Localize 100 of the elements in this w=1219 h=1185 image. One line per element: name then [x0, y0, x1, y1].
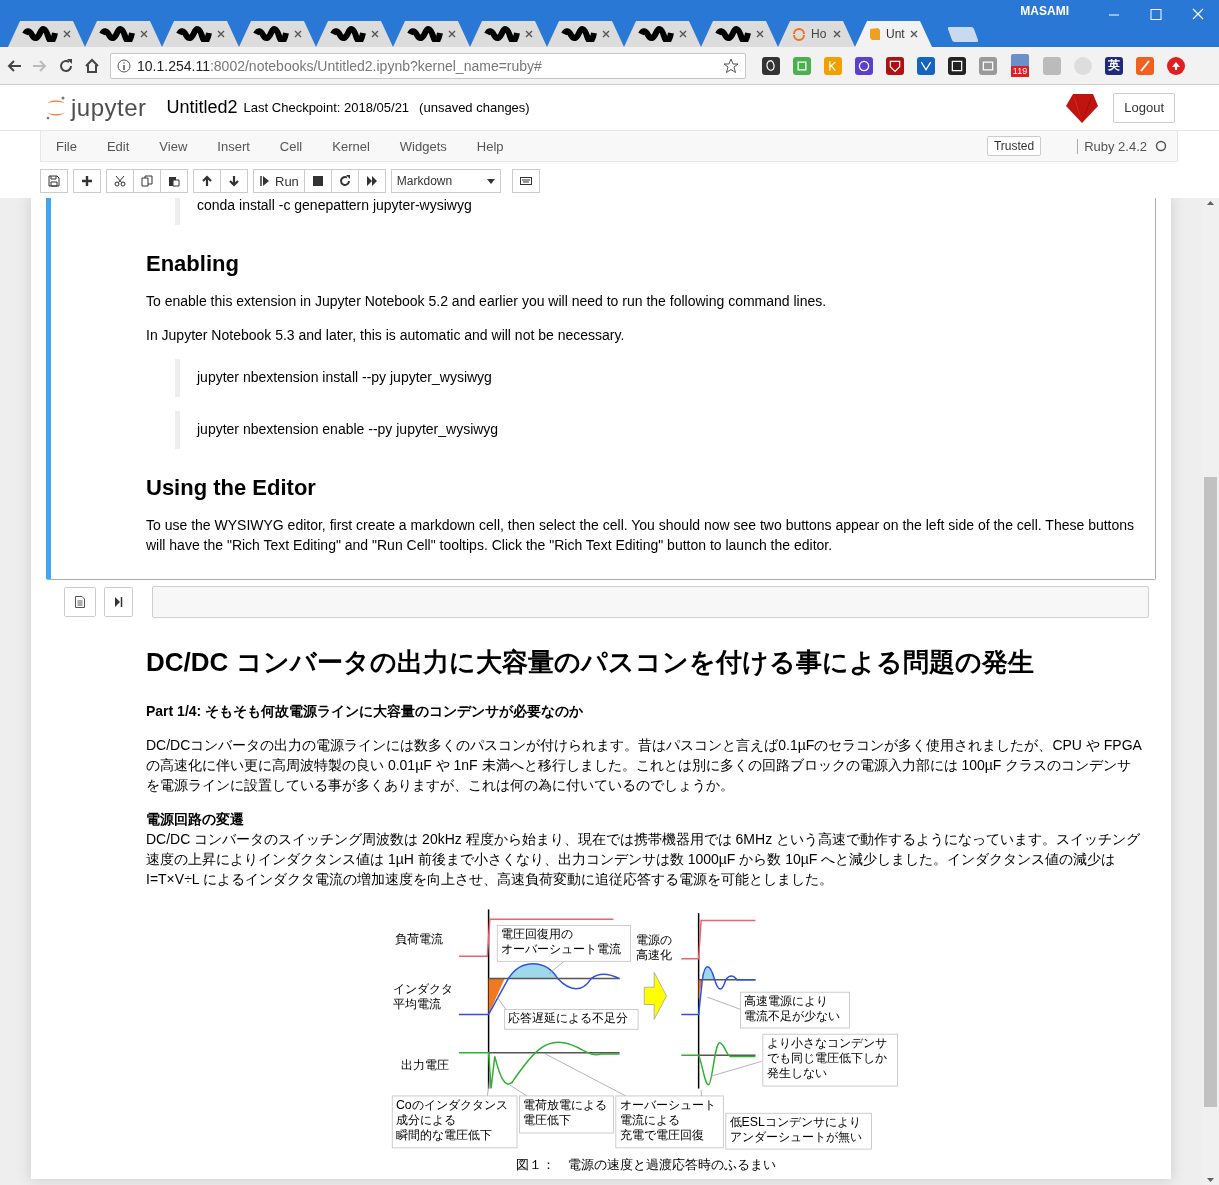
scribble-drawing	[99, 26, 135, 42]
callout: 高速電源により 電流不足が少ない	[740, 991, 850, 1029]
browser-tab[interactable]: Unt	[855, 21, 932, 47]
menu-item[interactable]: Insert	[202, 138, 265, 154]
blockquote: jupyter nbextension install --py jupyter_wysiwyg	[175, 359, 1145, 397]
callout: より小さなコンデンサ でも同じ電圧低下しか 発生しない	[762, 1033, 898, 1087]
blockquote: conda install -c genepattern jupyter-wysiwyg	[175, 198, 1145, 225]
menu-item[interactable]: File	[41, 138, 92, 154]
caret-icon	[486, 178, 495, 184]
scribble-drawing	[407, 26, 443, 42]
stop-button[interactable]	[303, 169, 332, 193]
tab-title: Ho	[811, 27, 828, 41]
close-icon[interactable]	[910, 30, 918, 38]
leader-line	[509, 1084, 528, 1097]
step-icon	[259, 175, 271, 187]
callout: オーバーシュート 電流による 充電で電圧回復	[615, 1095, 724, 1149]
star-icon[interactable]	[723, 57, 739, 74]
rich-text-editing-button[interactable]	[64, 587, 96, 617]
run-button[interactable]: Run	[253, 169, 305, 193]
logout-button[interactable]: Logout	[1113, 92, 1175, 123]
info-icon	[117, 58, 131, 73]
heading: DC/DC コンバータの出力に大容量のパスコンを付ける事による問題の発生	[146, 647, 1035, 677]
diagram-label: 負荷電流	[394, 931, 443, 946]
keyboard-button[interactable]	[511, 169, 540, 193]
blockquote: jupyter nbextension enable --py jupyter_wysiwyg	[175, 411, 1145, 449]
menu-item[interactable]: Kernel	[317, 138, 385, 154]
close-icon[interactable]	[140, 30, 148, 38]
close-icon[interactable]	[294, 30, 302, 38]
stop-icon	[311, 175, 324, 187]
kernel-idle-icon	[1155, 140, 1167, 152]
home-icon[interactable]	[84, 57, 100, 74]
run-cell-button[interactable]	[104, 587, 133, 617]
close-icon[interactable]	[217, 30, 225, 38]
leader-line	[706, 996, 741, 1010]
markdown-cell[interactable]	[46, 198, 1156, 580]
close-icon[interactable]	[602, 30, 610, 38]
reload-icon[interactable]	[58, 57, 74, 74]
menu-item[interactable]: View	[144, 138, 203, 154]
paragraph: To use the WYSIWYG editor, first create a markdown cell, then select the cell. You should now see two buttons appear on the left side of the cell. These buttons will have the "Rich Text Editing" and "Run Cell" tooltips. Click the "Rich Text Editing" button to launch the editor.	[146, 516, 1136, 555]
leader-line	[487, 1077, 491, 1097]
block-arrow-icon	[643, 972, 667, 1020]
fast-forward-button[interactable]	[357, 169, 386, 193]
close-icon[interactable]	[679, 30, 687, 38]
menu-item[interactable]: Help	[461, 138, 519, 154]
close-icon[interactable]	[448, 30, 456, 38]
upload-icon[interactable]	[1167, 56, 1185, 75]
paragraph: DC/DCコンバータの出力の電源ラインには数多くのパスコンが付けられます。昔はパスコンと言えば0.1µFのセラコンが多く使用されましたが、CPU や FPGA の高速化に伴い更に高周波特製の良い 0.01µF や 1nF 未満へと移行しました。これとは別に多くの回路ブロックの電源入力部には 100µF クラスのコンデンサを電源ラインに設置している事が多くありますが、これは何の為に付いているのでしょうか。	[146, 736, 1143, 795]
fast-forward-icon	[365, 175, 378, 187]
scribble-drawing	[638, 26, 674, 42]
add-cell-button[interactable]	[73, 169, 101, 193]
close-icon[interactable]	[833, 30, 841, 38]
close-icon[interactable]	[525, 30, 533, 38]
new-tab-button[interactable]	[947, 27, 979, 42]
figure-caption: 図１： 電源の速度と過渡応答時のふるまい	[515, 1156, 776, 1174]
scribble-drawing	[715, 26, 751, 42]
scroll-up-icon[interactable]	[1206, 198, 1215, 207]
menu-item[interactable]: Edit	[91, 138, 145, 154]
cell-type-dropdown[interactable]: Markdown	[390, 169, 501, 193]
close-icon[interactable]	[63, 30, 71, 38]
leader-line	[548, 960, 565, 974]
notebook-name[interactable]: Untitled2	[166, 97, 238, 118]
move-up-button[interactable]	[193, 169, 221, 193]
trusted-button[interactable]: Trusted	[986, 136, 1042, 156]
scissors-icon	[114, 175, 126, 187]
save-button[interactable]	[40, 169, 68, 193]
close-icon[interactable]	[756, 30, 764, 38]
step-icon	[114, 597, 123, 607]
up-arrow-icon	[201, 175, 213, 187]
cell-input-field[interactable]	[152, 586, 1149, 618]
diagram-label: 電源の 高速化	[635, 933, 672, 962]
address-field[interactable]: 10.1.254.11:8002/notebooks/Untitled2.ipynb?kernel_name=ruby#	[110, 52, 746, 79]
scrollbar[interactable]	[1202, 198, 1219, 1185]
cut-button[interactable]	[106, 169, 134, 193]
subheading: Part 1/4: そもそも何故電源ラインに大容量のコンデンサが必要なのか	[146, 702, 585, 721]
callout: 電荷放電による 電圧低下	[519, 1095, 614, 1134]
scroll-down-icon[interactable]	[1206, 1176, 1215, 1185]
keyboard-icon	[519, 175, 532, 187]
back-icon[interactable]	[6, 57, 22, 74]
heading: Using the Editor	[146, 475, 317, 501]
restart-icon	[338, 175, 351, 187]
close-icon[interactable]	[371, 30, 379, 38]
restart-button[interactable]	[330, 169, 359, 193]
profile-name[interactable]: MASAMI	[1020, 4, 1069, 18]
subheading: 電源回路の変遷	[146, 810, 245, 829]
jupyter-logo-icon	[45, 94, 67, 121]
scribble-drawing	[176, 26, 212, 42]
menu-item[interactable]: Widgets	[384, 138, 462, 154]
scribble-drawing	[253, 26, 289, 42]
save-icon	[48, 175, 60, 187]
leader-line	[710, 1061, 762, 1077]
paste-button[interactable]	[160, 169, 188, 193]
shield-icon[interactable]	[886, 56, 904, 75]
menu-item[interactable]: Cell	[264, 138, 318, 154]
kernel-name: Ruby 2.4.2	[1077, 138, 1147, 154]
heading: Enabling	[146, 251, 240, 277]
move-down-button[interactable]	[220, 169, 248, 193]
dictionary-button[interactable]: 英	[1105, 56, 1123, 75]
scribble-drawing	[561, 26, 597, 42]
callout: Coのインダクタンス 成分による 瞬間的な電圧低下	[391, 1095, 518, 1149]
browser-tab[interactable]: Ho	[778, 21, 855, 47]
